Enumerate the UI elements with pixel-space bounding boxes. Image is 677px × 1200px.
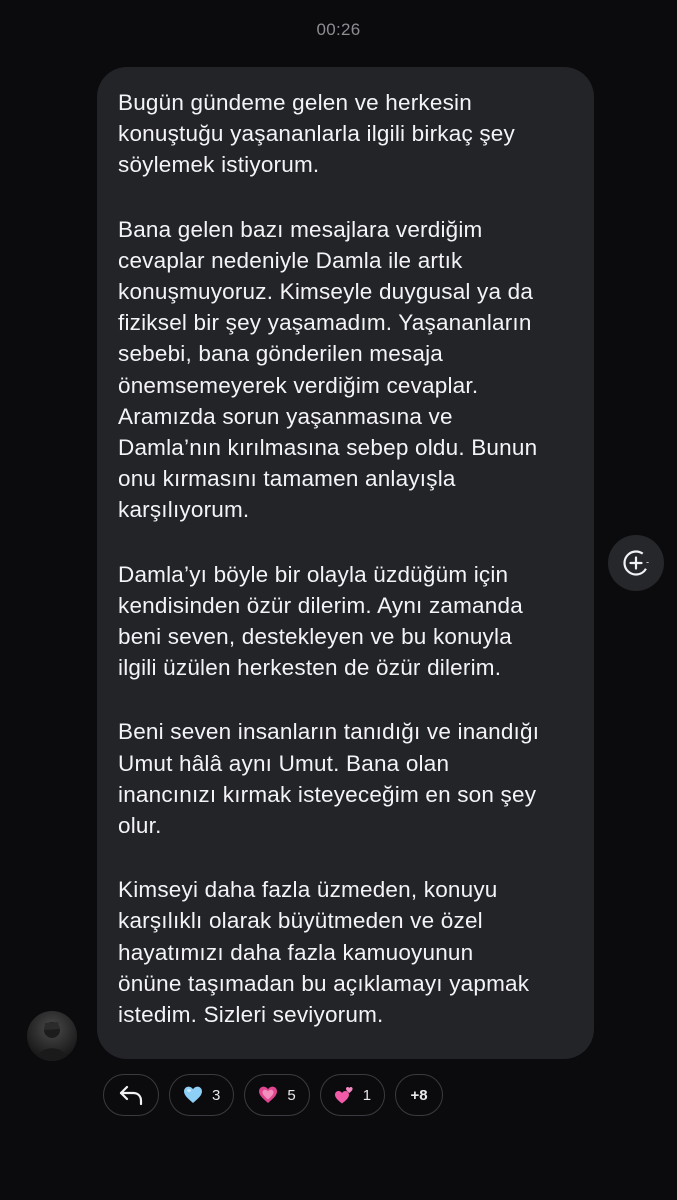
message-paragraph-2: Bana gelen bazı mesajlara verdiğim cevap… [118, 216, 538, 523]
growing-pink-heart-icon [259, 1086, 278, 1103]
reaction-count: 3 [212, 1086, 221, 1104]
more-reactions-label: +8 [410, 1086, 428, 1104]
reply-arrow-icon [119, 1085, 143, 1106]
message-paragraph-4: Beni seven insanların tanıdığı ve inandı… [118, 719, 540, 839]
two-hearts-icon [334, 1087, 353, 1104]
message-bubble[interactable]: Bugün gündeme gelen ve herkesin konuştuğ… [97, 67, 594, 1059]
more-reactions-button[interactable]: +8 [395, 1074, 444, 1116]
reaction-growing-heart[interactable]: 5 [244, 1074, 310, 1116]
message-timestamp: 00:26 [316, 20, 361, 39]
reaction-count: 1 [362, 1086, 372, 1104]
add-reaction-icon [623, 550, 649, 576]
sender-avatar[interactable] [27, 1011, 77, 1061]
reaction-two-hearts[interactable]: 1 [319, 1074, 386, 1116]
reaction-light-blue-heart[interactable]: 3 [169, 1074, 235, 1116]
message-paragraph-1: Bugün gündeme gelen ve herkesin konuştuğ… [118, 90, 515, 178]
reply-button[interactable] [103, 1074, 159, 1116]
reaction-count: 5 [287, 1086, 296, 1104]
add-reaction-button[interactable] [608, 535, 664, 591]
reaction-bar: 3 5 1 +8 [103, 1074, 444, 1118]
light-blue-heart-icon [184, 1086, 202, 1103]
message-paragraph-3: Damla’yı böyle bir olayla üzdüğüm için k… [118, 561, 523, 681]
message-paragraph-5: Kimseyi daha fazla üzmeden, konuyu karşı… [118, 877, 530, 1028]
